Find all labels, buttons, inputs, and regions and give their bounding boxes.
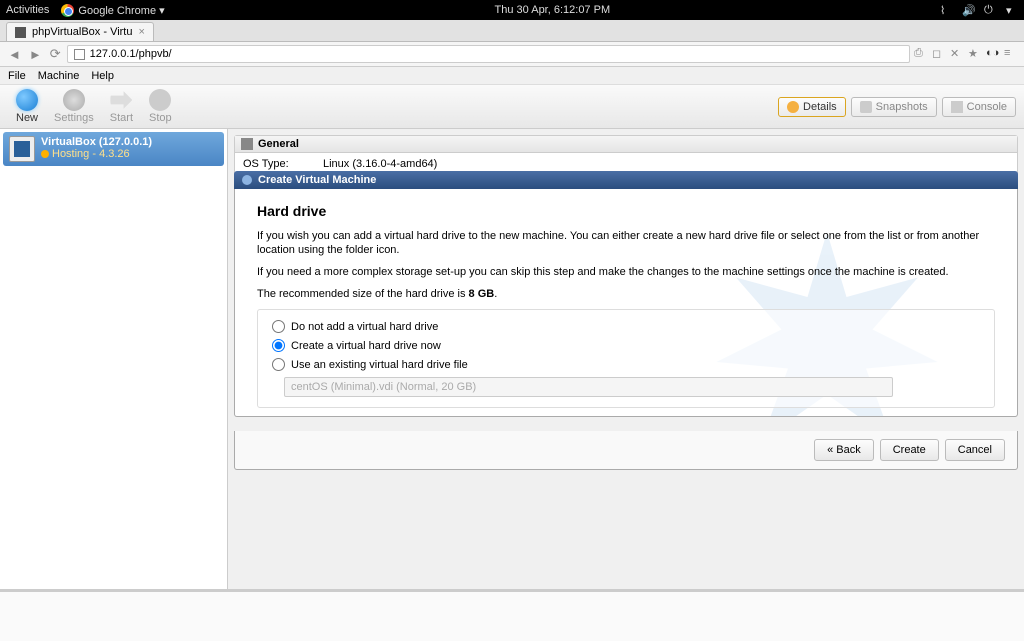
vbox-icon xyxy=(9,136,35,162)
incognito-icon[interactable]: ◐◑ xyxy=(986,47,1000,61)
general-icon xyxy=(241,138,253,150)
general-panel-title: General xyxy=(258,138,299,150)
option-existing-hdd[interactable]: Use an existing virtual hard drive file xyxy=(272,358,980,371)
page-icon xyxy=(74,49,85,60)
app-toolbar: New Settings Start Stop Details Snapshot… xyxy=(0,85,1024,129)
radio-no-hdd[interactable] xyxy=(272,320,285,333)
dialog-icon xyxy=(242,175,252,185)
window-icon[interactable]: ◻ xyxy=(932,47,946,61)
app-menu[interactable]: Google Chrome ▾ xyxy=(61,4,164,17)
toolbar-settings-button: Settings xyxy=(46,87,102,126)
status-footer xyxy=(0,591,1024,641)
activities-button[interactable]: Activities xyxy=(6,4,49,16)
chrome-icon xyxy=(61,4,74,17)
stop-icon xyxy=(149,89,171,111)
tab-close-icon[interactable]: × xyxy=(138,26,144,38)
app-menu-label: Google Chrome ▾ xyxy=(78,4,164,17)
browser-tab-strip: phpVirtualBox - Virtu × xyxy=(0,20,1024,42)
toolbar-new-button[interactable]: New xyxy=(8,87,46,126)
browser-address-bar: ◄ ► ⟳ 127.0.0.1/phpvb/ ⎙ ◻ ✕ ★ ◐◑ ≡ xyxy=(0,42,1024,67)
browser-tab[interactable]: phpVirtualBox - Virtu × xyxy=(6,22,154,41)
bookmark-icon[interactable]: ★ xyxy=(968,47,982,61)
dialog-paragraph-2: If you need a more complex storage set-u… xyxy=(257,265,995,279)
nav-back-icon[interactable]: ◄ xyxy=(6,47,23,62)
mode-console-button[interactable]: Console xyxy=(942,97,1016,117)
nav-reload-icon[interactable]: ⟳ xyxy=(48,46,63,62)
system-tray[interactable]: ⌇ 🔊 ⏻ ▾ xyxy=(940,4,1018,16)
gnome-top-bar: Activities Google Chrome ▾ Thu 30 Apr, 6… xyxy=(0,0,1024,20)
toolbar-stop-button: Stop xyxy=(141,87,180,126)
dialog-paragraph-1: If you wish you can add a virtual hard d… xyxy=(257,229,995,257)
power-icon: ⏻ xyxy=(984,4,996,16)
radio-existing-hdd[interactable] xyxy=(272,358,285,371)
mode-details-button[interactable]: Details xyxy=(778,97,846,117)
menu-icon[interactable]: ≡ xyxy=(1004,47,1018,61)
snapshots-icon xyxy=(860,101,872,113)
user-menu-icon: ▾ xyxy=(1006,4,1018,16)
hard-drive-options: Do not add a virtual hard drive Create a… xyxy=(257,309,995,408)
existing-hdd-field: centOS (Minimal).vdi (Normal, 20 GB) xyxy=(284,377,893,397)
console-icon xyxy=(951,101,963,113)
vm-host-status: Hosting - 4.3.26 xyxy=(52,148,130,160)
menu-machine[interactable]: Machine xyxy=(38,70,80,82)
details-icon xyxy=(787,101,799,113)
new-icon xyxy=(16,89,38,111)
vm-sidebar: VirtualBox (127.0.0.1) Hosting - 4.3.26 xyxy=(0,129,228,589)
dialog-button-row: « Back Create Cancel xyxy=(234,431,1018,470)
back-button[interactable]: « Back xyxy=(814,439,874,461)
status-dot-icon xyxy=(41,150,49,158)
gear-icon xyxy=(63,89,85,111)
mode-snapshots-button[interactable]: Snapshots xyxy=(851,97,937,117)
clock: Thu 30 Apr, 6:12:07 PM xyxy=(165,4,940,16)
app-menu-bar: File Machine Help xyxy=(0,67,1024,85)
radio-create-hdd[interactable] xyxy=(272,339,285,352)
vm-host-name: VirtualBox (127.0.0.1) xyxy=(41,136,152,148)
create-button[interactable]: Create xyxy=(880,439,939,461)
tab-favicon xyxy=(15,27,26,38)
option-no-hdd[interactable]: Do not add a virtual hard drive xyxy=(272,320,980,333)
start-icon xyxy=(110,89,132,111)
create-vm-dialog: Create Virtual Machine Hard drive If you… xyxy=(234,171,1018,470)
sidebar-item-virtualbox-host[interactable]: VirtualBox (127.0.0.1) Hosting - 4.3.26 xyxy=(3,132,224,166)
toolbar-start-button: Start xyxy=(102,87,141,126)
tab-title: phpVirtualBox - Virtu xyxy=(32,26,132,38)
nav-forward-icon[interactable]: ► xyxy=(27,47,44,62)
detail-pane: General OS Type:Linux (3.16.0-4-amd64) V… xyxy=(228,129,1024,589)
dialog-paragraph-3: The recommended size of the hard drive i… xyxy=(257,287,995,301)
volume-icon: 🔊 xyxy=(962,4,974,16)
url-text: 127.0.0.1/phpvb/ xyxy=(90,48,172,60)
dialog-title: Create Virtual Machine xyxy=(258,174,376,186)
wifi-icon: ⌇ xyxy=(940,4,952,16)
menu-help[interactable]: Help xyxy=(91,70,114,82)
print-icon[interactable]: ⎙ xyxy=(914,47,928,61)
close-page-icon[interactable]: ✕ xyxy=(950,47,964,61)
os-type-value: Linux (3.16.0-4-amd64) xyxy=(323,157,437,171)
url-input[interactable]: 127.0.0.1/phpvb/ xyxy=(67,45,910,63)
option-create-hdd[interactable]: Create a virtual hard drive now xyxy=(272,339,980,352)
dialog-titlebar: Create Virtual Machine xyxy=(234,171,1018,189)
dialog-heading: Hard drive xyxy=(257,203,995,219)
os-type-label: OS Type: xyxy=(243,157,323,171)
cancel-button[interactable]: Cancel xyxy=(945,439,1005,461)
workspace: VirtualBox (127.0.0.1) Hosting - 4.3.26 … xyxy=(0,129,1024,591)
menu-file[interactable]: File xyxy=(8,70,26,82)
